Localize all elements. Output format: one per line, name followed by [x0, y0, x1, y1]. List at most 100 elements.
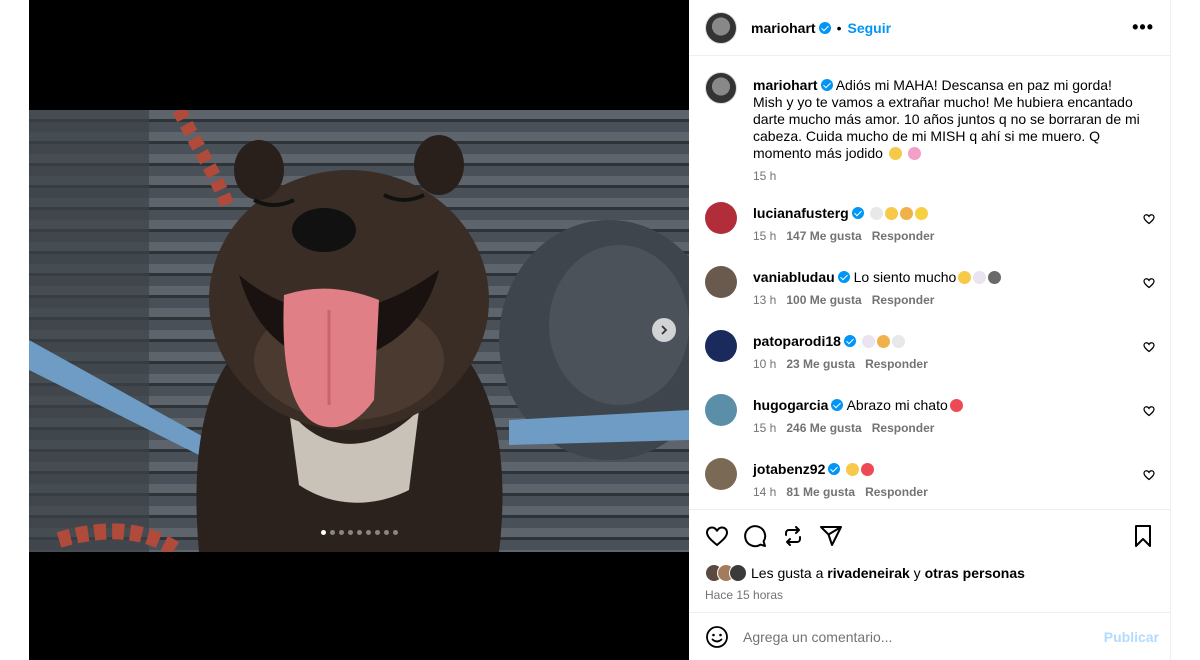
carousel-dot — [329, 530, 335, 535]
carousel-dot — [347, 530, 353, 535]
emoji-icon — [973, 271, 987, 284]
author-avatar[interactable] — [705, 11, 737, 44]
likes-others-link[interactable]: otras personas — [925, 565, 1025, 581]
commenter-avatar[interactable] — [705, 266, 737, 298]
likes-text: Les gusta a rivadeneirak y otras persona… — [751, 565, 1025, 581]
emoji-icon — [884, 207, 898, 220]
emoji-icon — [876, 335, 890, 348]
author-username[interactable]: mariohart — [751, 20, 816, 36]
repost-icon[interactable] — [781, 524, 805, 548]
comment-likes[interactable]: 81 Me gusta — [786, 485, 855, 499]
verified-badge-icon — [851, 207, 864, 219]
caption-username[interactable]: mariohart — [753, 77, 818, 93]
liker-avatar — [729, 564, 747, 582]
verified-badge-icon — [831, 399, 844, 411]
chevron-right-icon — [661, 325, 668, 335]
comment-emojis — [860, 333, 905, 349]
comment-emojis — [948, 397, 963, 413]
comment-line: patoparodi18 — [753, 333, 1143, 349]
verified-badge-icon — [820, 79, 833, 91]
carousel-dot — [392, 530, 398, 535]
carousel-dot — [365, 530, 371, 535]
like-heart-icon[interactable] — [705, 524, 729, 548]
dog-photo-illustration — [29, 110, 689, 552]
likes-summary[interactable]: Les gusta a rivadeneirak y otras persona… — [705, 564, 1155, 582]
comment-text: Abrazo mi chato — [846, 397, 948, 413]
comment-meta: 15 h 147 Me gusta Responder — [753, 229, 1143, 243]
comment-row: jotabenz92 14 h 81 Me gusta Responder — [689, 447, 1171, 509]
comment-username[interactable]: patoparodi18 — [753, 333, 841, 349]
likes-joiner: y — [913, 565, 921, 581]
comment-time: 15 h — [753, 229, 777, 243]
comment-row: patoparodi18 10 h 23 Me gusta Responder — [689, 319, 1171, 383]
comment-likes[interactable]: 147 Me gusta — [786, 229, 861, 243]
comment-line: lucianafusterg — [753, 205, 1143, 221]
comment-likes[interactable]: 23 Me gusta — [786, 357, 855, 371]
comment-emojis — [956, 269, 1002, 285]
comment-meta: 15 h 246 Me gusta Responder — [753, 421, 1143, 435]
carousel-dot — [320, 530, 326, 535]
carousel-next-button[interactable] — [652, 318, 676, 342]
save-bookmark-icon[interactable] — [1131, 524, 1155, 548]
caption-row: mariohart Adiós mi MAHA! Descansa en paz… — [689, 57, 1171, 183]
comment-username[interactable]: vaniabludau — [753, 269, 835, 285]
reply-button[interactable]: Responder — [865, 485, 928, 499]
comment-row: vaniabludau Lo siento mucho 13 h 100 Me gu… — [689, 255, 1171, 319]
comment-line: hugogarcia Abrazo mi chato — [753, 397, 1143, 413]
verified-badge-icon — [837, 271, 850, 283]
comment-meta: 13 h 100 Me gusta Responder — [753, 293, 1143, 307]
comment-likes[interactable]: 246 Me gusta — [786, 421, 861, 435]
comment-line: jotabenz92 — [753, 461, 1143, 477]
commenter-avatar[interactable] — [705, 394, 737, 426]
comment-like-heart-icon[interactable] — [1143, 277, 1155, 289]
crying-face-emoji-icon — [907, 147, 921, 160]
comment-like-heart-icon[interactable] — [1143, 405, 1155, 417]
reply-button[interactable]: Responder — [865, 357, 928, 371]
comments-list[interactable]: mariohart Adiós mi MAHA! Descansa en paz… — [689, 57, 1171, 509]
reply-button[interactable]: Responder — [872, 229, 935, 243]
comment-meta: 14 h 81 Me gusta Responder — [753, 485, 1143, 499]
comment-input[interactable] — [743, 628, 1083, 645]
comment-like-heart-icon[interactable] — [1143, 469, 1155, 481]
more-options-icon[interactable]: ••• — [1132, 17, 1154, 38]
comment-username[interactable]: jotabenz92 — [753, 461, 825, 477]
comment-line: vaniabludau Lo siento mucho — [753, 269, 1143, 285]
commenter-avatar[interactable] — [705, 330, 737, 362]
comment-bubble-icon[interactable] — [743, 524, 767, 548]
verified-badge-icon — [818, 21, 831, 34]
caption-time: 15 h — [753, 169, 777, 183]
comment-text: Lo siento mucho — [853, 269, 957, 285]
liker-username[interactable]: rivadeneirak — [827, 565, 910, 581]
post-side-panel: mariohart • Seguir ••• mariohart Adiós m… — [689, 0, 1171, 660]
post-photo[interactable] — [29, 110, 689, 552]
emoji-icon — [861, 463, 875, 476]
likes-prefix: Les gusta a — [751, 565, 824, 581]
comment-like-heart-icon[interactable] — [1143, 213, 1155, 225]
emoji-icon — [914, 207, 928, 220]
emoji-icon — [846, 463, 860, 476]
comment-like-heart-icon[interactable] — [1143, 341, 1155, 353]
emoji-icon — [899, 207, 913, 220]
comment-time: 14 h — [753, 485, 777, 499]
reply-button[interactable]: Responder — [872, 421, 935, 435]
commenter-avatar[interactable] — [705, 458, 737, 490]
reply-button[interactable]: Responder — [872, 293, 935, 307]
comment-emojis — [844, 461, 875, 477]
comment-username[interactable]: hugogarcia — [753, 397, 828, 413]
comment-time: 10 h — [753, 357, 777, 371]
comment-username[interactable]: lucianafusterg — [753, 205, 849, 221]
comment-time: 13 h — [753, 293, 777, 307]
share-send-icon[interactable] — [819, 524, 843, 548]
post-media[interactable] — [29, 0, 689, 660]
commenter-avatar[interactable] — [705, 202, 737, 234]
post-timestamp: Hace 15 horas — [705, 588, 784, 602]
comment-emojis — [868, 205, 928, 221]
caption-author-avatar[interactable] — [705, 72, 737, 104]
carousel-dot — [338, 530, 344, 535]
follow-button[interactable]: Seguir — [847, 20, 891, 36]
emoji-picker-icon[interactable] — [705, 625, 729, 649]
sad-face-emoji-icon — [888, 147, 902, 160]
comment-likes[interactable]: 100 Me gusta — [786, 293, 861, 307]
verified-badge-icon — [828, 463, 841, 475]
publish-button[interactable]: Publicar — [1104, 629, 1159, 645]
